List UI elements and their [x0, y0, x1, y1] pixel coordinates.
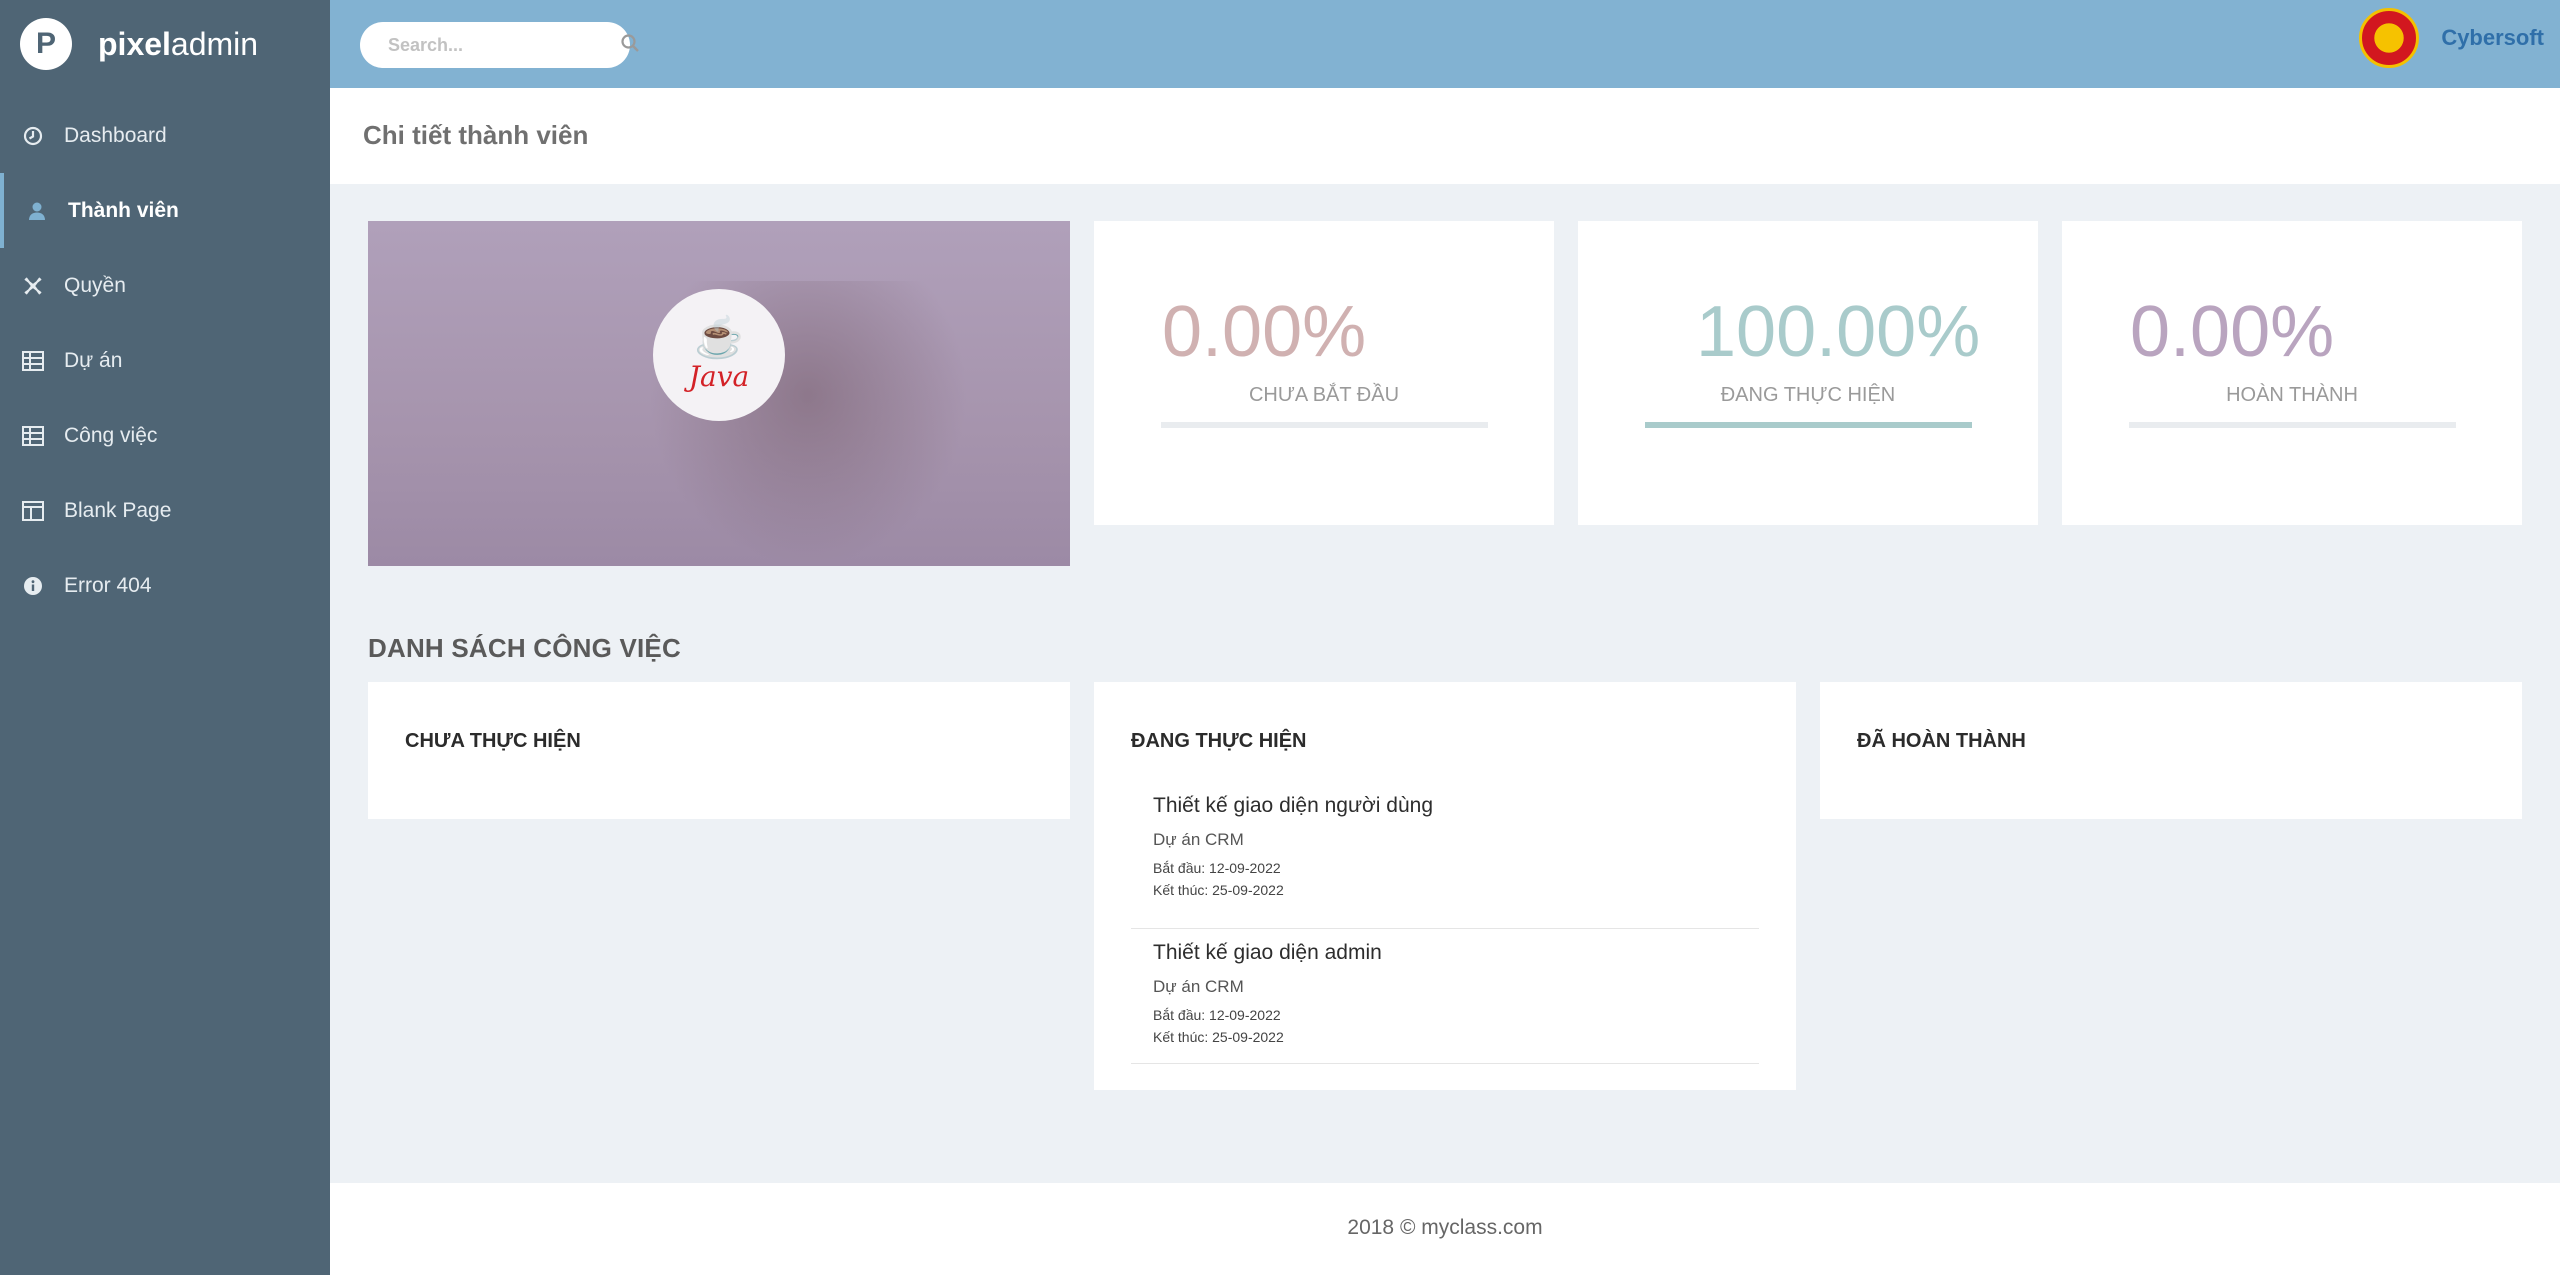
profile-avatar-text: Java: [688, 359, 750, 393]
brand-name: pixeladmin: [98, 25, 259, 62]
footer: 2018 © myclass.com: [330, 1183, 2560, 1275]
columns-icon: [22, 500, 44, 522]
grid-icon: [22, 350, 44, 372]
task-name[interactable]: Thiết kế giao diện admin: [1153, 941, 1759, 965]
stat-value: 100.00%: [1696, 292, 1981, 372]
stat-label: HOÀN THÀNH: [2226, 384, 2358, 406]
profile-card: ☕ Java: [368, 221, 1070, 566]
task-project: Dự án CRM: [1153, 977, 1244, 996]
task-item[interactable]: Thiết kế giao diện admin Dự án CRM Bắt đ…: [1131, 929, 1759, 1064]
progress-fill: [1645, 422, 1972, 428]
footer-copyright: 2018 © myclass.com: [1347, 1216, 1543, 1239]
progress-bar: [1645, 422, 1972, 428]
task-column-completed: ĐÃ HOÀN THÀNH: [1820, 682, 2522, 819]
sidebar-item-members[interactable]: Thành viên: [0, 173, 330, 248]
grid-icon: [22, 425, 44, 447]
sidebar-item-error-404[interactable]: Error 404: [0, 548, 330, 623]
task-column-in-progress: ĐANG THỰC HIỆN Thiết kế giao diện người …: [1094, 682, 1796, 1090]
stat-card-in-progress: 100.00% ĐANG THỰC HIỆN: [1578, 221, 2038, 525]
task-end-date: Kết thúc: 25-09-2022: [1153, 882, 1284, 898]
progress-bar: [2129, 422, 2456, 428]
task-item[interactable]: Thiết kế giao diện người dùng Dự án CRM …: [1131, 794, 1759, 929]
column-title: ĐANG THỰC HIỆN: [1131, 730, 1307, 752]
search-icon[interactable]: [620, 33, 640, 58]
user-name[interactable]: Cybersoft: [2441, 25, 2544, 51]
task-start-date: Bắt đầu: 12-09-2022: [1153, 1007, 1281, 1023]
sidebar-item-roles[interactable]: Quyền: [0, 248, 330, 323]
crop-icon: [22, 275, 44, 297]
stat-card-not-started: 0.00% CHƯA BẮT ĐẦU: [1094, 221, 1554, 525]
stat-card-completed: 0.00% HOÀN THÀNH: [2062, 221, 2522, 525]
user-menu[interactable]: Cybersoft: [2359, 8, 2544, 68]
page-title-bar: Chi tiết thành viên: [330, 88, 2560, 184]
sidebar-item-label: Blank Page: [64, 498, 172, 522]
column-title: ĐÃ HOÀN THÀNH: [1857, 730, 2026, 752]
topbar: Cybersoft: [330, 0, 2560, 88]
task-project: Dự án CRM: [1153, 830, 1244, 849]
sidebar: P pixeladmin Dashboard Thành viên Quyền: [0, 0, 330, 1275]
task-list-heading: DANH SÁCH CÔNG VIỆC: [368, 633, 681, 663]
sidebar-nav: Dashboard Thành viên Quyền Dự án Công vi…: [0, 88, 330, 623]
task-start-date: Bắt đầu: 12-09-2022: [1153, 860, 1281, 876]
avatar[interactable]: [2359, 8, 2420, 68]
sidebar-item-label: Thành viên: [68, 198, 179, 222]
sidebar-item-label: Công việc: [64, 423, 158, 447]
search-box: [360, 22, 639, 68]
stat-value: 0.00%: [2130, 292, 2335, 372]
brand[interactable]: P pixeladmin: [0, 0, 330, 88]
sidebar-item-label: Quyền: [64, 273, 126, 297]
sidebar-item-tasks[interactable]: Công việc: [0, 398, 330, 473]
brand-logo: P: [20, 18, 72, 70]
sidebar-item-blank-page[interactable]: Blank Page: [0, 473, 330, 548]
stat-value: 0.00%: [1162, 292, 1367, 372]
java-cup-icon: ☕: [694, 315, 744, 360]
user-icon: [26, 200, 48, 222]
clock-icon: [22, 125, 44, 147]
sidebar-item-label: Error 404: [64, 573, 152, 597]
sidebar-item-projects[interactable]: Dự án: [0, 323, 330, 398]
sidebar-item-label: Dự án: [64, 348, 123, 372]
page-title: Chi tiết thành viên: [363, 120, 589, 150]
info-icon: [22, 575, 44, 597]
column-title: CHƯA THỰC HIỆN: [405, 730, 581, 752]
stat-label: ĐANG THỰC HIỆN: [1720, 384, 1896, 406]
sidebar-item-label: Dashboard: [64, 123, 167, 147]
search-input[interactable]: [388, 34, 620, 56]
task-end-date: Kết thúc: 25-09-2022: [1153, 1029, 1284, 1045]
task-name[interactable]: Thiết kế giao diện người dùng: [1153, 794, 1759, 818]
task-column-not-started: CHƯA THỰC HIỆN: [368, 682, 1070, 819]
progress-bar: [1161, 422, 1488, 428]
stat-label: CHƯA BẮT ĐẦU: [1248, 384, 1400, 406]
profile-avatar: ☕ Java: [653, 289, 785, 421]
sidebar-item-dashboard[interactable]: Dashboard: [0, 98, 330, 173]
